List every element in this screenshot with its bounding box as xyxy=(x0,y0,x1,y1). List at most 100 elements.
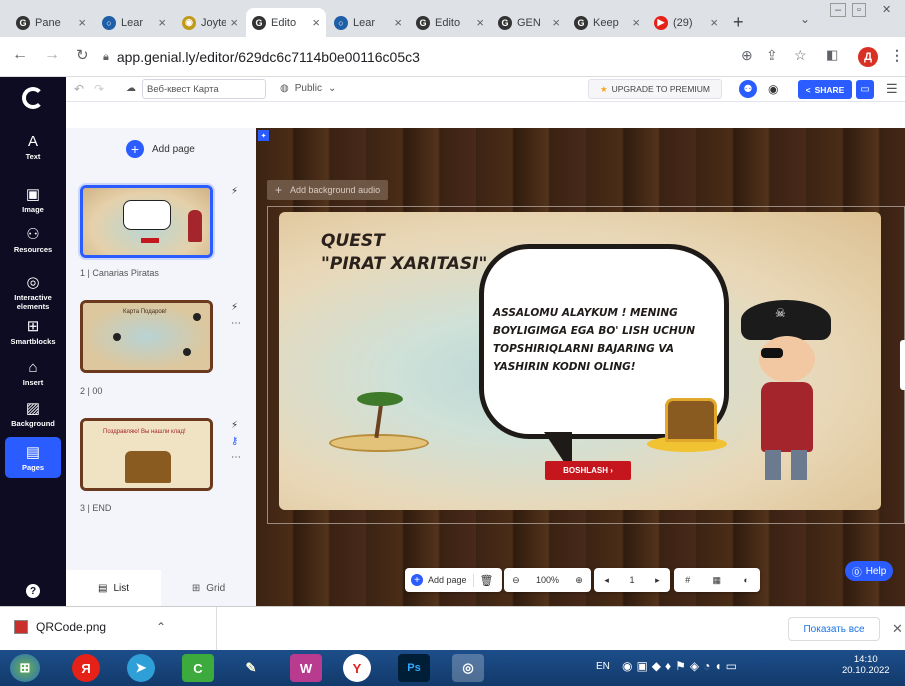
telegram-icon[interactable]: ➤ xyxy=(127,654,155,682)
genially-title-input[interactable] xyxy=(142,79,266,99)
close-tab-icon[interactable]: × xyxy=(78,15,86,30)
reload-icon[interactable]: ↻ xyxy=(76,46,89,64)
zoom-icon[interactable]: ⊕ xyxy=(741,47,753,64)
next-page-icon[interactable]: ▸ xyxy=(655,575,660,586)
browser-tab[interactable]: ○ Lear × xyxy=(96,8,172,37)
magic-wand-icon-3[interactable]: ⚡︎ xyxy=(231,420,238,431)
restore-button[interactable]: ▫ xyxy=(852,3,866,17)
page-thumbnail-2[interactable]: Карта Подаров! xyxy=(80,300,213,373)
start-button[interactable]: BOSHLASH › xyxy=(545,461,631,480)
zoom-in-icon[interactable]: ⊕ xyxy=(575,575,583,586)
speech-bubble-text[interactable]: ASSALOMU ALAYKUM ! MENING BOYLIGIMGA EGA… xyxy=(493,304,723,376)
accessibility-icon[interactable]: ◐ xyxy=(743,575,748,585)
upgrade-button[interactable]: ★ UPGRADE TO PREMIUM xyxy=(588,79,722,99)
chevron-up-icon[interactable]: ⌃ xyxy=(156,620,166,634)
close-tab-icon[interactable]: × xyxy=(394,15,402,30)
close-downloads-icon[interactable]: ✕ xyxy=(892,621,903,637)
browser-tab[interactable]: G Edito × xyxy=(410,8,490,37)
close-tab-icon[interactable]: × xyxy=(158,15,166,30)
browser-tab[interactable]: ▶ (29) × xyxy=(648,8,724,37)
bookmark-star-icon[interactable]: ☆ xyxy=(794,47,807,64)
add-page-button[interactable]: + Add page xyxy=(126,140,195,158)
close-tab-icon[interactable]: × xyxy=(632,15,640,30)
magic-wand-icon[interactable]: ⚡︎ xyxy=(231,186,238,197)
collaborators-icon[interactable]: ⚉ xyxy=(739,80,757,98)
vk-icon[interactable]: W xyxy=(290,654,322,682)
minimize-button[interactable]: – xyxy=(830,3,847,17)
new-tab-button[interactable]: + xyxy=(733,12,744,33)
add-background-audio-button[interactable]: + Add background audio xyxy=(267,180,389,200)
zoom-out-icon[interactable]: ⊖ xyxy=(512,575,520,586)
trash-icon[interactable]: 🗑︎ xyxy=(472,573,500,587)
browser-tab[interactable]: G GEN × xyxy=(492,8,566,37)
quest-title[interactable]: QUEST "PIRAT XARITASI" xyxy=(321,230,487,276)
profile-avatar[interactable]: Д xyxy=(858,47,878,67)
browser-menu-icon[interactable]: ⋮ xyxy=(890,47,904,64)
layout-icon[interactable]: ▦ xyxy=(713,575,722,586)
download-item[interactable]: QRCode.png ⌃ xyxy=(14,620,166,634)
sidebar-item-resources[interactable]: ⚇ Resources xyxy=(0,225,66,254)
grid-view-button[interactable]: ⊞ Grid xyxy=(161,570,256,606)
url-field[interactable]: 🔒︎ app.genial.ly/editor/629dc6c7114b0e00… xyxy=(103,43,763,71)
undo-icon[interactable]: ↶ xyxy=(74,82,84,96)
island-illustration xyxy=(319,390,429,460)
sidebar-item-text[interactable]: A Text xyxy=(0,133,66,161)
close-tab-icon[interactable]: × xyxy=(476,15,484,30)
yandex-browser-icon[interactable]: Y xyxy=(343,654,371,682)
genially-logo[interactable] xyxy=(22,87,44,109)
magic-wand-icon-2[interactable]: ⚡︎ xyxy=(231,302,238,313)
page-thumbnail-1[interactable] xyxy=(80,185,213,258)
pin-icon[interactable]: ✦ xyxy=(258,130,269,141)
chrome-icon[interactable]: ◎ xyxy=(452,654,484,682)
yandex-icon[interactable]: Я xyxy=(72,654,100,682)
list-view-button[interactable]: ▤ List xyxy=(66,570,161,606)
browser-tab[interactable]: G Pane × xyxy=(10,8,92,37)
page-thumbnail-3[interactable]: Поздравляю! Вы нашли клад! xyxy=(80,418,213,491)
close-tab-icon[interactable]: × xyxy=(552,15,560,30)
close-tab-icon[interactable]: × xyxy=(230,15,238,30)
forward-icon[interactable]: → xyxy=(44,46,60,64)
browser-tab[interactable]: ○ Lear × xyxy=(328,8,408,37)
preview-eye-icon[interactable]: ◉ xyxy=(768,82,778,96)
present-icon[interactable]: ▭ xyxy=(856,80,874,99)
more-options-icon[interactable]: ⋯ xyxy=(231,318,241,329)
sidebar-item-smartblocks[interactable]: ⊞ Smartblocks xyxy=(0,317,66,346)
clock[interactable]: 14:10 20.10.2022 xyxy=(842,654,890,676)
redo-icon[interactable]: ↷ xyxy=(94,82,104,96)
zoom-level[interactable]: 100% xyxy=(536,575,559,585)
side-panel-icon[interactable]: ◧ xyxy=(826,47,838,63)
sidebar-item-image[interactable]: ▣ Image xyxy=(0,185,66,214)
tab-search-chevron-icon[interactable]: ⌄ xyxy=(800,12,810,26)
add-page-bottom-button[interactable]: + Add page xyxy=(405,568,473,592)
classroom-icon[interactable]: C xyxy=(182,654,214,682)
show-all-downloads-button[interactable]: Показать все xyxy=(788,617,880,641)
language-indicator[interactable]: EN xyxy=(596,661,610,672)
close-window-button[interactable]: ✕ xyxy=(882,3,891,16)
sidebar-item-pages[interactable]: ▤ Pages xyxy=(5,437,61,478)
browser-tab[interactable]: ◉ Joyte × xyxy=(176,8,244,37)
share-button[interactable]: < SHARE xyxy=(798,80,852,99)
question-icon[interactable]: ? xyxy=(26,584,40,598)
close-tab-icon[interactable]: × xyxy=(710,15,718,30)
browser-tab[interactable]: G Keep × xyxy=(568,8,646,37)
more-options-icon-3[interactable]: ⋯ xyxy=(231,452,241,463)
page-number[interactable]: 1 xyxy=(629,575,634,585)
share-page-icon[interactable]: ⇪ xyxy=(766,47,778,64)
menu-icon[interactable]: ☰ xyxy=(886,81,898,97)
browser-tab[interactable]: G Edito × xyxy=(246,8,326,37)
sidebar-item-interactive-elements[interactable]: ◎ Interactive elements xyxy=(0,273,66,311)
right-panel-handle[interactable] xyxy=(900,340,905,390)
start-button-icon[interactable]: ⊞ xyxy=(10,654,40,682)
photoshop-icon[interactable]: Ps xyxy=(398,654,430,682)
help-button[interactable]: ⓪ Help xyxy=(845,561,893,581)
tray-icons[interactable]: ◉▣◆♦⚑◈◔◖▭ xyxy=(622,659,741,673)
key-icon[interactable]: ⚷ xyxy=(231,436,238,447)
prev-page-icon[interactable]: ◂ xyxy=(604,575,609,586)
back-icon[interactable]: ← xyxy=(12,46,28,64)
close-tab-icon[interactable]: × xyxy=(312,15,320,30)
sidebar-item-insert[interactable]: ⌂ Insert xyxy=(0,359,66,387)
grid-guides-icon[interactable]: # xyxy=(685,575,690,585)
sidebar-item-background[interactable]: ▨ Background xyxy=(0,399,66,428)
paint-icon[interactable]: ✎ xyxy=(235,654,267,682)
visibility-dropdown[interactable]: ◍ Public ⌄ xyxy=(280,83,336,94)
